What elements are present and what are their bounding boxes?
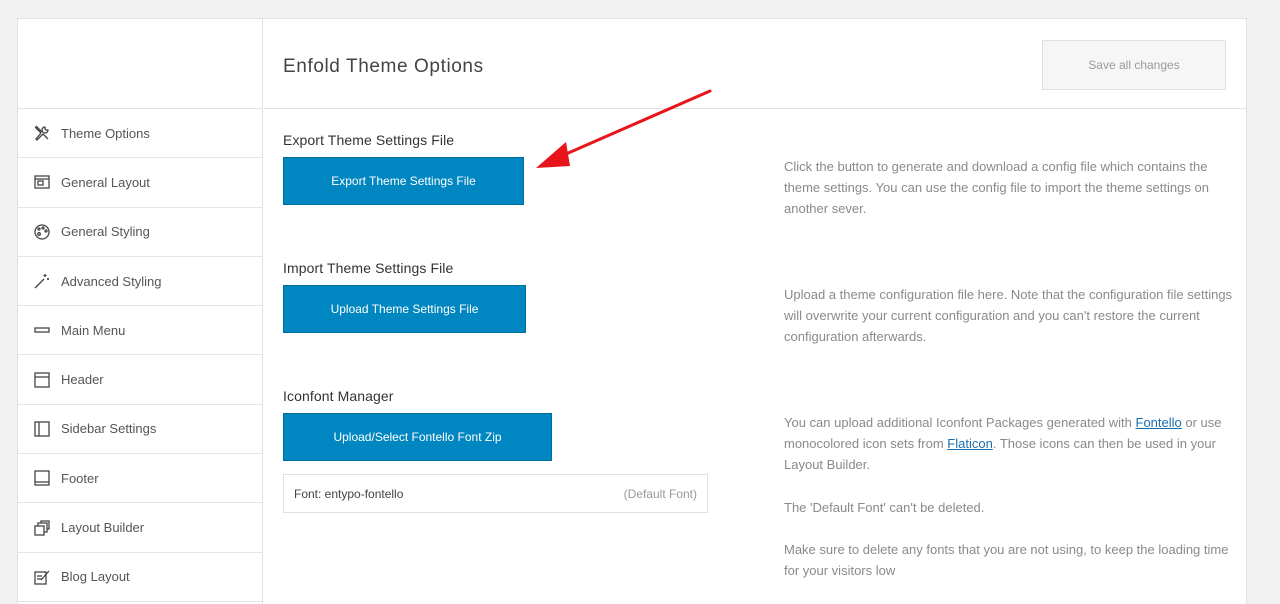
sidebar-item-header[interactable]: Header: [18, 355, 262, 405]
import-description: Upload a theme configuration file here. …: [784, 287, 1233, 345]
font-list-item: Font: entypo-fontello (Default Font): [283, 474, 708, 513]
annotation-arrow-icon: [536, 89, 712, 168]
export-title: Export Theme Settings File: [283, 132, 455, 148]
default-font-note: The 'Default Font' can't be deleted.: [784, 499, 985, 515]
page-header: Enfold Theme Options Save all changes: [264, 19, 1246, 109]
sidebar-item-general-styling[interactable]: General Styling: [18, 208, 262, 257]
sidebar-icon: [33, 420, 51, 438]
iconfont-section: Iconfont Manager Upload/Select Fontello …: [283, 388, 552, 461]
palette-icon: [33, 223, 51, 241]
sidebar-item-label: General Layout: [61, 174, 150, 190]
export-section: Export Theme Settings File Export Theme …: [283, 132, 524, 205]
menu-bar-icon: [33, 321, 51, 339]
page-title: Enfold Theme Options: [283, 56, 484, 77]
font-name: Font: entypo-fontello: [294, 486, 404, 501]
layout-icon: [33, 173, 51, 191]
iconfont-desc-paragraph: You can upload additional Iconfont Packa…: [784, 412, 1234, 476]
footer-icon: [33, 469, 51, 487]
sidebar-item-sidebar-settings[interactable]: Sidebar Settings: [18, 405, 262, 455]
sidebar-item-theme-options[interactable]: Theme Options: [18, 109, 262, 159]
flaticon-link[interactable]: Flaticon: [947, 436, 993, 451]
sidebar-item-label: General Styling: [61, 224, 150, 240]
sidebar-item-layout-builder[interactable]: Layout Builder: [18, 503, 262, 553]
iconfont-description: You can upload additional Iconfont Packa…: [784, 412, 1234, 602]
sidebar-item-label: Main Menu: [61, 322, 126, 338]
tools-icon: [33, 124, 51, 142]
upload-settings-button[interactable]: Upload Theme Settings File: [283, 285, 526, 333]
sidebar: Theme Options General Layout General Sty…: [18, 19, 263, 604]
unused-fonts-note: Make sure to delete any fonts that you a…: [784, 541, 1229, 579]
sidebar-item-blog-layout[interactable]: Blog Layout: [18, 553, 262, 602]
export-settings-button[interactable]: Export Theme Settings File: [283, 157, 524, 205]
sidebar-item-label: Theme Options: [61, 125, 150, 141]
export-description: Click the button to generate and downloa…: [784, 159, 1209, 217]
sidebar-item-general-layout[interactable]: General Layout: [18, 158, 262, 208]
sidebar-logo-area: [18, 19, 262, 109]
save-all-changes-button[interactable]: Save all changes: [1042, 40, 1226, 90]
sidebar-item-main-menu[interactable]: Main Menu: [18, 306, 262, 356]
upload-fontello-button[interactable]: Upload/Select Fontello Font Zip: [283, 413, 552, 461]
sidebar-item-label: Blog Layout: [61, 569, 130, 585]
import-section: Import Theme Settings File Upload Theme …: [283, 260, 526, 333]
sidebar-item-label: Footer: [61, 470, 99, 486]
sidebar-item-label: Layout Builder: [61, 520, 145, 536]
sidebar-item-label: Advanced Styling: [61, 273, 162, 289]
header-icon: [33, 371, 51, 389]
sidebar-item-label: Sidebar Settings: [61, 421, 157, 437]
sidebar-item-footer[interactable]: Footer: [18, 454, 262, 504]
blog-edit-icon: [33, 568, 51, 586]
desc-text: You can upload additional Iconfont Packa…: [784, 415, 1136, 430]
default-font-badge: (Default Font): [623, 486, 697, 501]
fontello-link[interactable]: Fontello: [1136, 415, 1182, 430]
sidebar-item-advanced-styling[interactable]: Advanced Styling: [18, 257, 262, 307]
magic-wand-icon: [33, 272, 51, 290]
import-title: Import Theme Settings File: [283, 260, 454, 276]
sidebar-item-label: Header: [61, 372, 104, 388]
layout-builder-icon: [33, 519, 51, 537]
iconfont-title: Iconfont Manager: [283, 388, 394, 404]
